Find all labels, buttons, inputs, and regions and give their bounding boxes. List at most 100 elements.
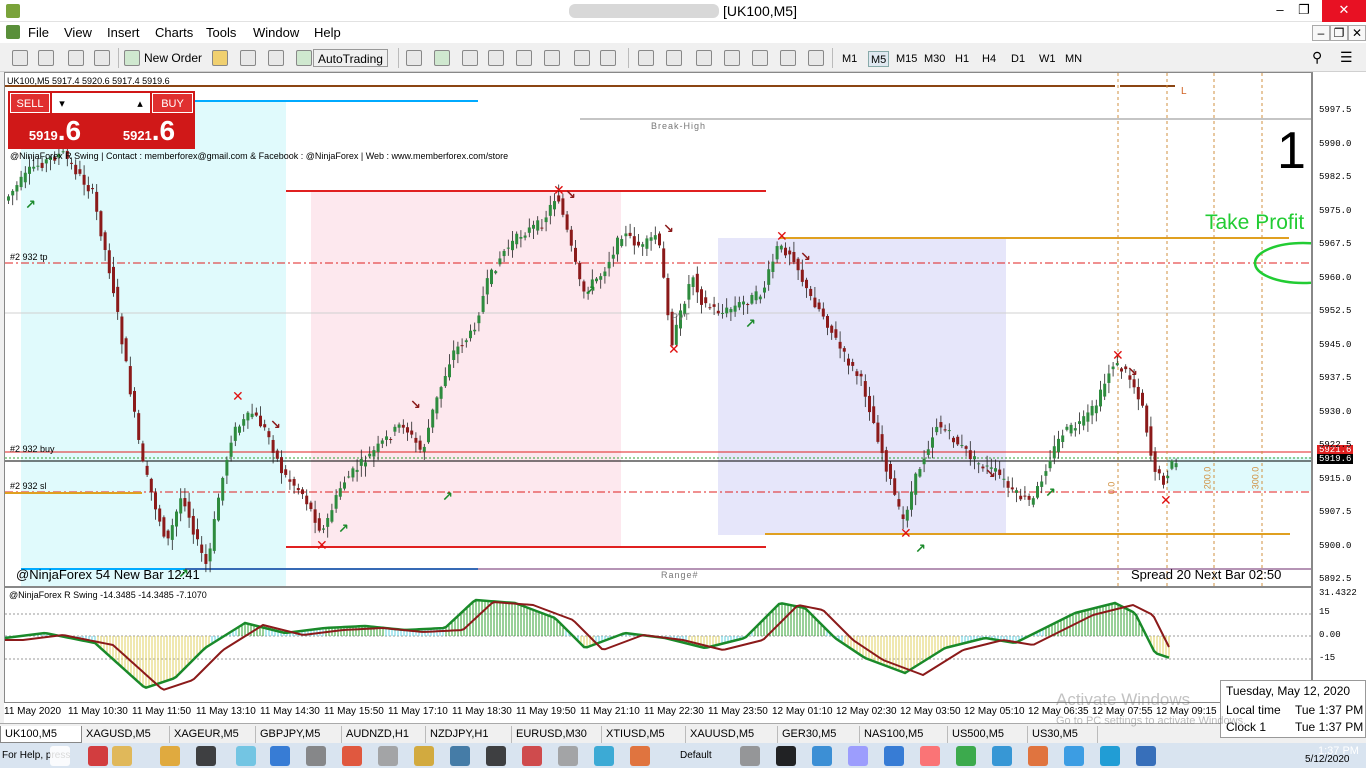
tf-m30[interactable]: M30 [922,51,947,67]
tab-xtiusd-m5[interactable]: XTIUSD,M5 [602,726,686,743]
mdi-restore-button[interactable]: ❐ [1330,25,1348,41]
zoom-out-icon[interactable] [516,50,532,66]
mdi-minimize-button[interactable]: – [1312,25,1330,41]
close-button[interactable]: ✕ [1322,0,1366,22]
menu-view[interactable]: View [64,25,92,40]
tf-h1[interactable]: H1 [953,51,971,67]
menu-charts[interactable]: Charts [155,25,193,40]
restore-button[interactable]: ❐ [1286,0,1322,22]
taskbar-app-icon[interactable] [630,746,650,766]
tf-m15[interactable]: M15 [894,51,919,67]
menu-help[interactable]: Help [314,25,341,40]
menu-insert[interactable]: Insert [107,25,140,40]
taskbar-app-icon[interactable] [414,746,434,766]
profiles-icon[interactable] [38,50,54,66]
taskbar-app-icon[interactable] [486,746,506,766]
tab-xauusd-m5[interactable]: XAUUSD,M5 [686,726,778,743]
taskbar-app-icon[interactable] [1028,746,1048,766]
taskbar-app-icon[interactable] [450,746,470,766]
buy-button[interactable]: BUY [152,93,193,113]
lot-decrease-button[interactable]: ▾ [52,93,72,113]
sell-button[interactable]: SELL [10,93,50,113]
channel-icon[interactable] [752,50,768,66]
taskbar-app-icon[interactable] [884,746,904,766]
navigator-icon[interactable] [94,50,110,66]
taskbar-app-icon[interactable] [992,746,1012,766]
taskbar-app-icon[interactable] [112,746,132,766]
tf-mn[interactable]: MN [1063,51,1084,67]
auto-scroll-icon[interactable] [574,50,590,66]
tab-xageur-m5[interactable]: XAGEUR,M5 [170,726,256,743]
taskbar-app-icon[interactable] [236,746,256,766]
search-icon[interactable]: ⚲ [1312,50,1328,66]
new-chart-icon[interactable] [12,50,28,66]
taskbar-app-icon[interactable] [812,746,832,766]
chart-shift-icon[interactable] [600,50,616,66]
market-watch-icon[interactable] [68,50,84,66]
tab-nas100-m5[interactable]: NAS100,M5 [860,726,948,743]
menu-tools[interactable]: Tools [206,25,236,40]
taskbar-app-icon[interactable] [1064,746,1084,766]
autotrading-button[interactable]: AutoTrading [313,49,388,67]
tab-ger30-m5[interactable]: GER30,M5 [778,726,860,743]
taskbar-app-icon[interactable] [1100,746,1120,766]
lot-increase-button[interactable]: ▴ [130,93,150,113]
taskbar-app-icon[interactable] [920,746,940,766]
strategy-tester-icon[interactable] [240,50,256,66]
taskbar-app-icon[interactable] [1136,746,1156,766]
tf-m1[interactable]: M1 [840,51,859,67]
taskbar-app-icon[interactable] [160,746,180,766]
signals-icon[interactable] [268,50,284,66]
menu-file[interactable]: File [28,25,49,40]
taskbar-app-icon[interactable] [378,746,398,766]
taskbar-app-icon[interactable] [956,746,976,766]
zoom-in-icon[interactable] [488,50,504,66]
tab-eurusd-m30[interactable]: EURUSD,M30 [512,726,602,743]
taskbar-app-icon[interactable] [522,746,542,766]
taskbar-app-icon[interactable] [270,746,290,766]
candle-chart-icon[interactable] [434,50,450,66]
line-chart-icon[interactable] [462,50,478,66]
taskbar-app-icon[interactable] [306,746,326,766]
taskbar-app-icon[interactable] [558,746,578,766]
taskbar-app-icon[interactable] [776,746,796,766]
taskbar-app-icon[interactable] [50,746,70,766]
tab-us500-m5[interactable]: US500,M5 [948,726,1028,743]
symbol-info: UK100,M5 5917.4 5920.6 5917.4 5919.6 [7,76,170,86]
tf-m5[interactable]: M5 [868,51,890,67]
main-chart[interactable]: ✕ ✕ ✕ ✕ ✕ ✕ ✕ ✕ ↗ ↗ ↗ ↗ ↗ ↗ ↗ ↗ ↘ ↘ ↘ ↘ ↘ ↘ ↘ UK100,M5 5917.4 … [4,72,1312,587]
candle [452,350,456,361]
new-order-button[interactable]: New Order [144,49,202,67]
tile-windows-icon[interactable] [544,50,560,66]
vertical-line-icon[interactable] [666,50,682,66]
tf-d1[interactable]: D1 [1009,51,1027,67]
indicator-window[interactable]: @NinjaForex R Swing -14.3485 -14.3485 -7… [4,587,1312,703]
tab-us30-m5[interactable]: US30,M5 [1028,726,1098,743]
crosshair-icon[interactable] [638,50,654,66]
taskbar-app-icon[interactable] [196,746,216,766]
taskbar-app-icon[interactable] [740,746,760,766]
fibonacci-icon[interactable] [808,50,824,66]
tf-w1[interactable]: W1 [1037,51,1058,67]
taskbar-app-icon[interactable] [848,746,868,766]
tab-nzdjpy-h1[interactable]: NZDJPY,H1 [426,726,512,743]
horizontal-line-icon[interactable] [696,50,712,66]
meta-editor-icon[interactable] [212,50,228,66]
chat-icon[interactable]: ☰ [1340,50,1356,66]
tab-uk100-m5[interactable]: UK100,M5 [0,726,82,743]
taskbar-app-icon[interactable] [594,746,614,766]
bar-chart-icon[interactable] [406,50,422,66]
trendline-icon[interactable] [724,50,740,66]
menu-window[interactable]: Window [253,25,299,40]
tab-audnzd-h1[interactable]: AUDNZD,H1 [342,726,426,743]
sell-price[interactable]: 5919.6 [10,115,100,147]
tab-xagusd-m5[interactable]: XAGUSD,M5 [82,726,170,743]
shapes-icon[interactable] [780,50,796,66]
lot-input[interactable] [72,93,130,113]
taskbar-app-icon[interactable] [88,746,108,766]
taskbar-app-icon[interactable] [342,746,362,766]
mdi-close-button[interactable]: ✕ [1348,25,1366,41]
tf-h4[interactable]: H4 [980,51,998,67]
buy-price[interactable]: 5921.6 [104,115,194,147]
tab-gbpjpy-m5[interactable]: GBPJPY,M5 [256,726,342,743]
